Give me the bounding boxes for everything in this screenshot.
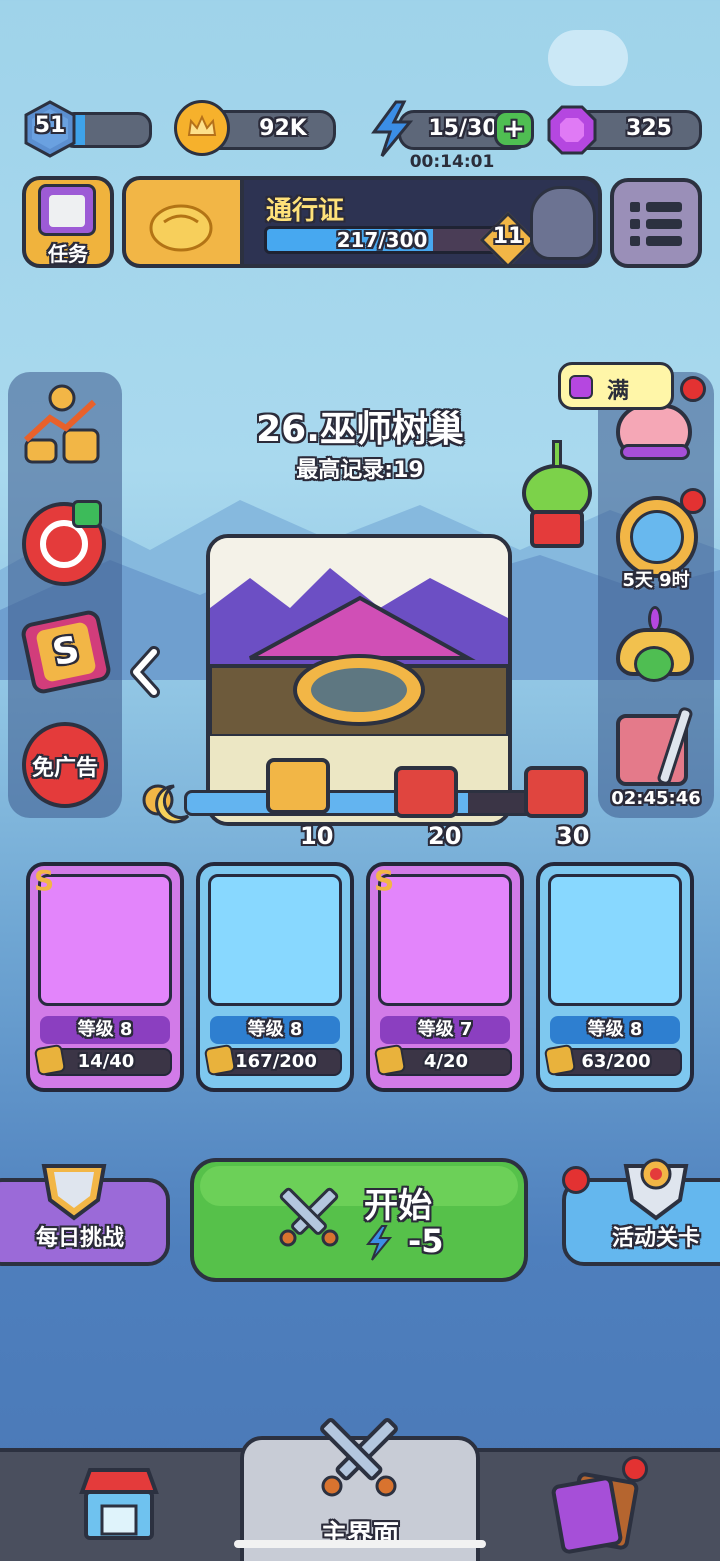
puzzle-icon bbox=[373, 1043, 407, 1077]
hero-row: 等级 8 14/40 S 等级 8 167/200 等级 7 4/20 S 等级… bbox=[26, 862, 696, 1092]
battle-pass-banner[interactable]: 通行证 217/300 11 bbox=[122, 176, 602, 268]
lightning-icon bbox=[365, 1225, 393, 1261]
hero-fragment-bar: 167/200 bbox=[203, 1043, 342, 1077]
puzzle-icon bbox=[203, 1043, 237, 1077]
puzzle-icon bbox=[33, 1043, 67, 1077]
hero-portrait bbox=[378, 874, 512, 1006]
quest-label: 任务 bbox=[48, 242, 88, 266]
hero-fragments: 14/40 bbox=[77, 1051, 135, 1072]
player-level: 51 bbox=[34, 113, 66, 138]
coin-icon bbox=[174, 100, 230, 156]
stage-title: 26.巫师树巢 bbox=[256, 409, 464, 450]
notification-dot bbox=[680, 376, 706, 402]
reward-label-1: 10 bbox=[300, 822, 334, 850]
no-ads-button[interactable]: 免广告 bbox=[22, 722, 108, 808]
reward-chest-2[interactable] bbox=[394, 766, 458, 818]
hero-level: 等级 7 bbox=[380, 1016, 510, 1044]
stage-card[interactable] bbox=[206, 534, 512, 826]
gem-small-icon bbox=[569, 375, 593, 399]
start-button[interactable]: 开始 -5 bbox=[190, 1158, 528, 1282]
wheel-timer: 5天 9时 bbox=[622, 570, 690, 591]
hero-fragments: 4/20 bbox=[423, 1051, 469, 1072]
treasure-pot-icon bbox=[149, 204, 213, 252]
daily-challenge-label: 每日挑战 bbox=[35, 1226, 124, 1251]
event-stage-button[interactable]: 活动关卡 bbox=[562, 1158, 720, 1266]
list-menu-icon bbox=[630, 202, 682, 246]
hero-card[interactable]: 等级 7 4/20 S bbox=[366, 862, 524, 1092]
stage-best-record: 最高记录:19 bbox=[296, 458, 424, 483]
reward-label-3: 30 bbox=[556, 822, 590, 850]
hero-fragment-bar: 4/20 bbox=[373, 1043, 512, 1077]
piggy-full-bubble: 满 bbox=[558, 362, 674, 410]
cloud bbox=[548, 30, 628, 86]
growth-fund-button[interactable] bbox=[20, 384, 104, 472]
notification-dot bbox=[622, 1456, 648, 1482]
hero-portrait bbox=[38, 874, 172, 1006]
chevron-left-icon bbox=[130, 646, 160, 698]
rank-badge: S bbox=[374, 864, 395, 897]
hero-level: 等级 8 bbox=[550, 1016, 680, 1044]
pass-chest-panel bbox=[126, 180, 244, 264]
add-energy-button[interactable]: + bbox=[494, 110, 534, 148]
gem-amount: 325 bbox=[626, 116, 672, 141]
quest-button[interactable]: 任务 bbox=[22, 176, 114, 268]
crossed-swords-icon bbox=[320, 1418, 398, 1497]
hero-card[interactable]: 等级 8 167/200 bbox=[196, 862, 354, 1092]
pass-progress-text: 217/300 bbox=[336, 228, 428, 252]
reward-chest-3[interactable] bbox=[524, 766, 588, 818]
shield-icon bbox=[41, 1164, 107, 1221]
lightning-icon bbox=[366, 100, 416, 158]
hero-level: 等级 8 bbox=[40, 1016, 170, 1044]
player-level-badge: 51 bbox=[22, 100, 78, 158]
stage-reward-bar bbox=[184, 790, 570, 816]
genie-button[interactable] bbox=[608, 604, 700, 688]
reward-label-2: 20 bbox=[428, 822, 462, 850]
hero-fragment-bar: 14/40 bbox=[33, 1043, 172, 1077]
coin-growth-icon bbox=[23, 384, 100, 464]
energy-timer: 00:14:01 bbox=[409, 152, 495, 172]
reward-chest-1[interactable] bbox=[266, 758, 330, 814]
hero-fragments: 63/200 bbox=[581, 1051, 651, 1072]
gem-pile-icon bbox=[620, 444, 690, 460]
hero-fragment-bar: 63/200 bbox=[543, 1043, 682, 1077]
crossed-swords-icon bbox=[279, 1187, 339, 1247]
home-indicator bbox=[234, 1540, 486, 1548]
piggy-full-label: 满 bbox=[607, 379, 630, 404]
gem-icon bbox=[546, 104, 598, 156]
pass-level: 11 bbox=[492, 224, 524, 249]
event-sword-button[interactable] bbox=[612, 704, 700, 788]
plus-icon: + bbox=[503, 114, 525, 144]
hero-card[interactable]: 等级 8 63/200 bbox=[536, 862, 694, 1092]
hero-portrait bbox=[208, 874, 342, 1006]
event-shield-icon bbox=[623, 1158, 689, 1221]
menu-button[interactable] bbox=[610, 178, 702, 268]
start-label: 开始 bbox=[364, 1186, 432, 1226]
hero-card[interactable]: 等级 8 14/40 S bbox=[26, 862, 184, 1092]
hero-fragments: 167/200 bbox=[235, 1051, 317, 1072]
clipboard-icon bbox=[38, 184, 96, 236]
nav-shop-button[interactable] bbox=[76, 1462, 162, 1546]
daily-challenge-button[interactable]: 每日挑战 bbox=[0, 1164, 170, 1266]
rank-badge: S bbox=[34, 864, 55, 897]
s-card-icon: S bbox=[35, 621, 97, 683]
play-skip-icon bbox=[72, 500, 102, 528]
wizard-tent-illustration bbox=[210, 538, 508, 822]
puzzle-icon bbox=[543, 1043, 577, 1077]
event-timer: 02:45:46 bbox=[611, 788, 701, 809]
start-energy-cost: -5 bbox=[408, 1222, 444, 1260]
no-ads-label: 免广告 bbox=[31, 756, 98, 781]
pass-progress-bar: 217/300 bbox=[264, 226, 500, 254]
hero-portrait bbox=[548, 874, 682, 1006]
hero-level: 等级 8 bbox=[210, 1016, 340, 1044]
pass-boss-icon bbox=[530, 186, 596, 260]
coin-amount: 92K bbox=[259, 116, 307, 141]
pass-title: 通行证 bbox=[266, 196, 345, 226]
notification-dot bbox=[680, 488, 706, 514]
notification-dot bbox=[562, 1166, 590, 1194]
target-button[interactable] bbox=[22, 500, 106, 586]
event-stage-label: 活动关卡 bbox=[611, 1226, 700, 1251]
shop-icon bbox=[79, 1468, 159, 1540]
collapse-left-arrow[interactable] bbox=[126, 646, 164, 698]
